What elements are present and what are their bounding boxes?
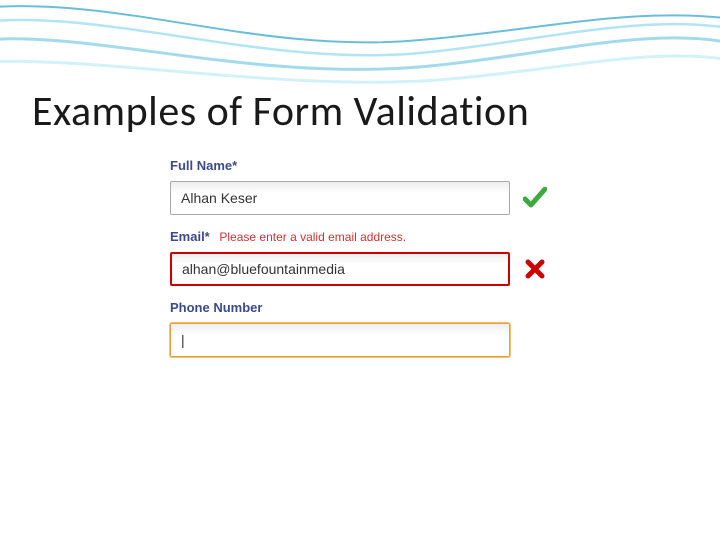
label-email: Email* Please enter a valid email addres… [170, 229, 572, 244]
phone-input[interactable] [170, 323, 510, 357]
email-input[interactable] [170, 252, 510, 286]
slide-title: Examples of Form Validation [32, 86, 529, 137]
label-fullname: Full Name* [170, 158, 572, 173]
x-icon [520, 259, 550, 279]
checkmark-icon [520, 187, 550, 209]
label-email-text: Email* [170, 229, 210, 244]
field-fullname: Full Name* [170, 158, 572, 215]
email-error-message: Please enter a valid email address. [219, 230, 406, 244]
label-phone: Phone Number [170, 300, 572, 315]
field-phone: Phone Number [170, 300, 572, 357]
fullname-input[interactable] [170, 181, 510, 215]
field-email: Email* Please enter a valid email addres… [170, 229, 572, 286]
form-container: Full Name* Email* Please enter a valid e… [170, 158, 572, 371]
